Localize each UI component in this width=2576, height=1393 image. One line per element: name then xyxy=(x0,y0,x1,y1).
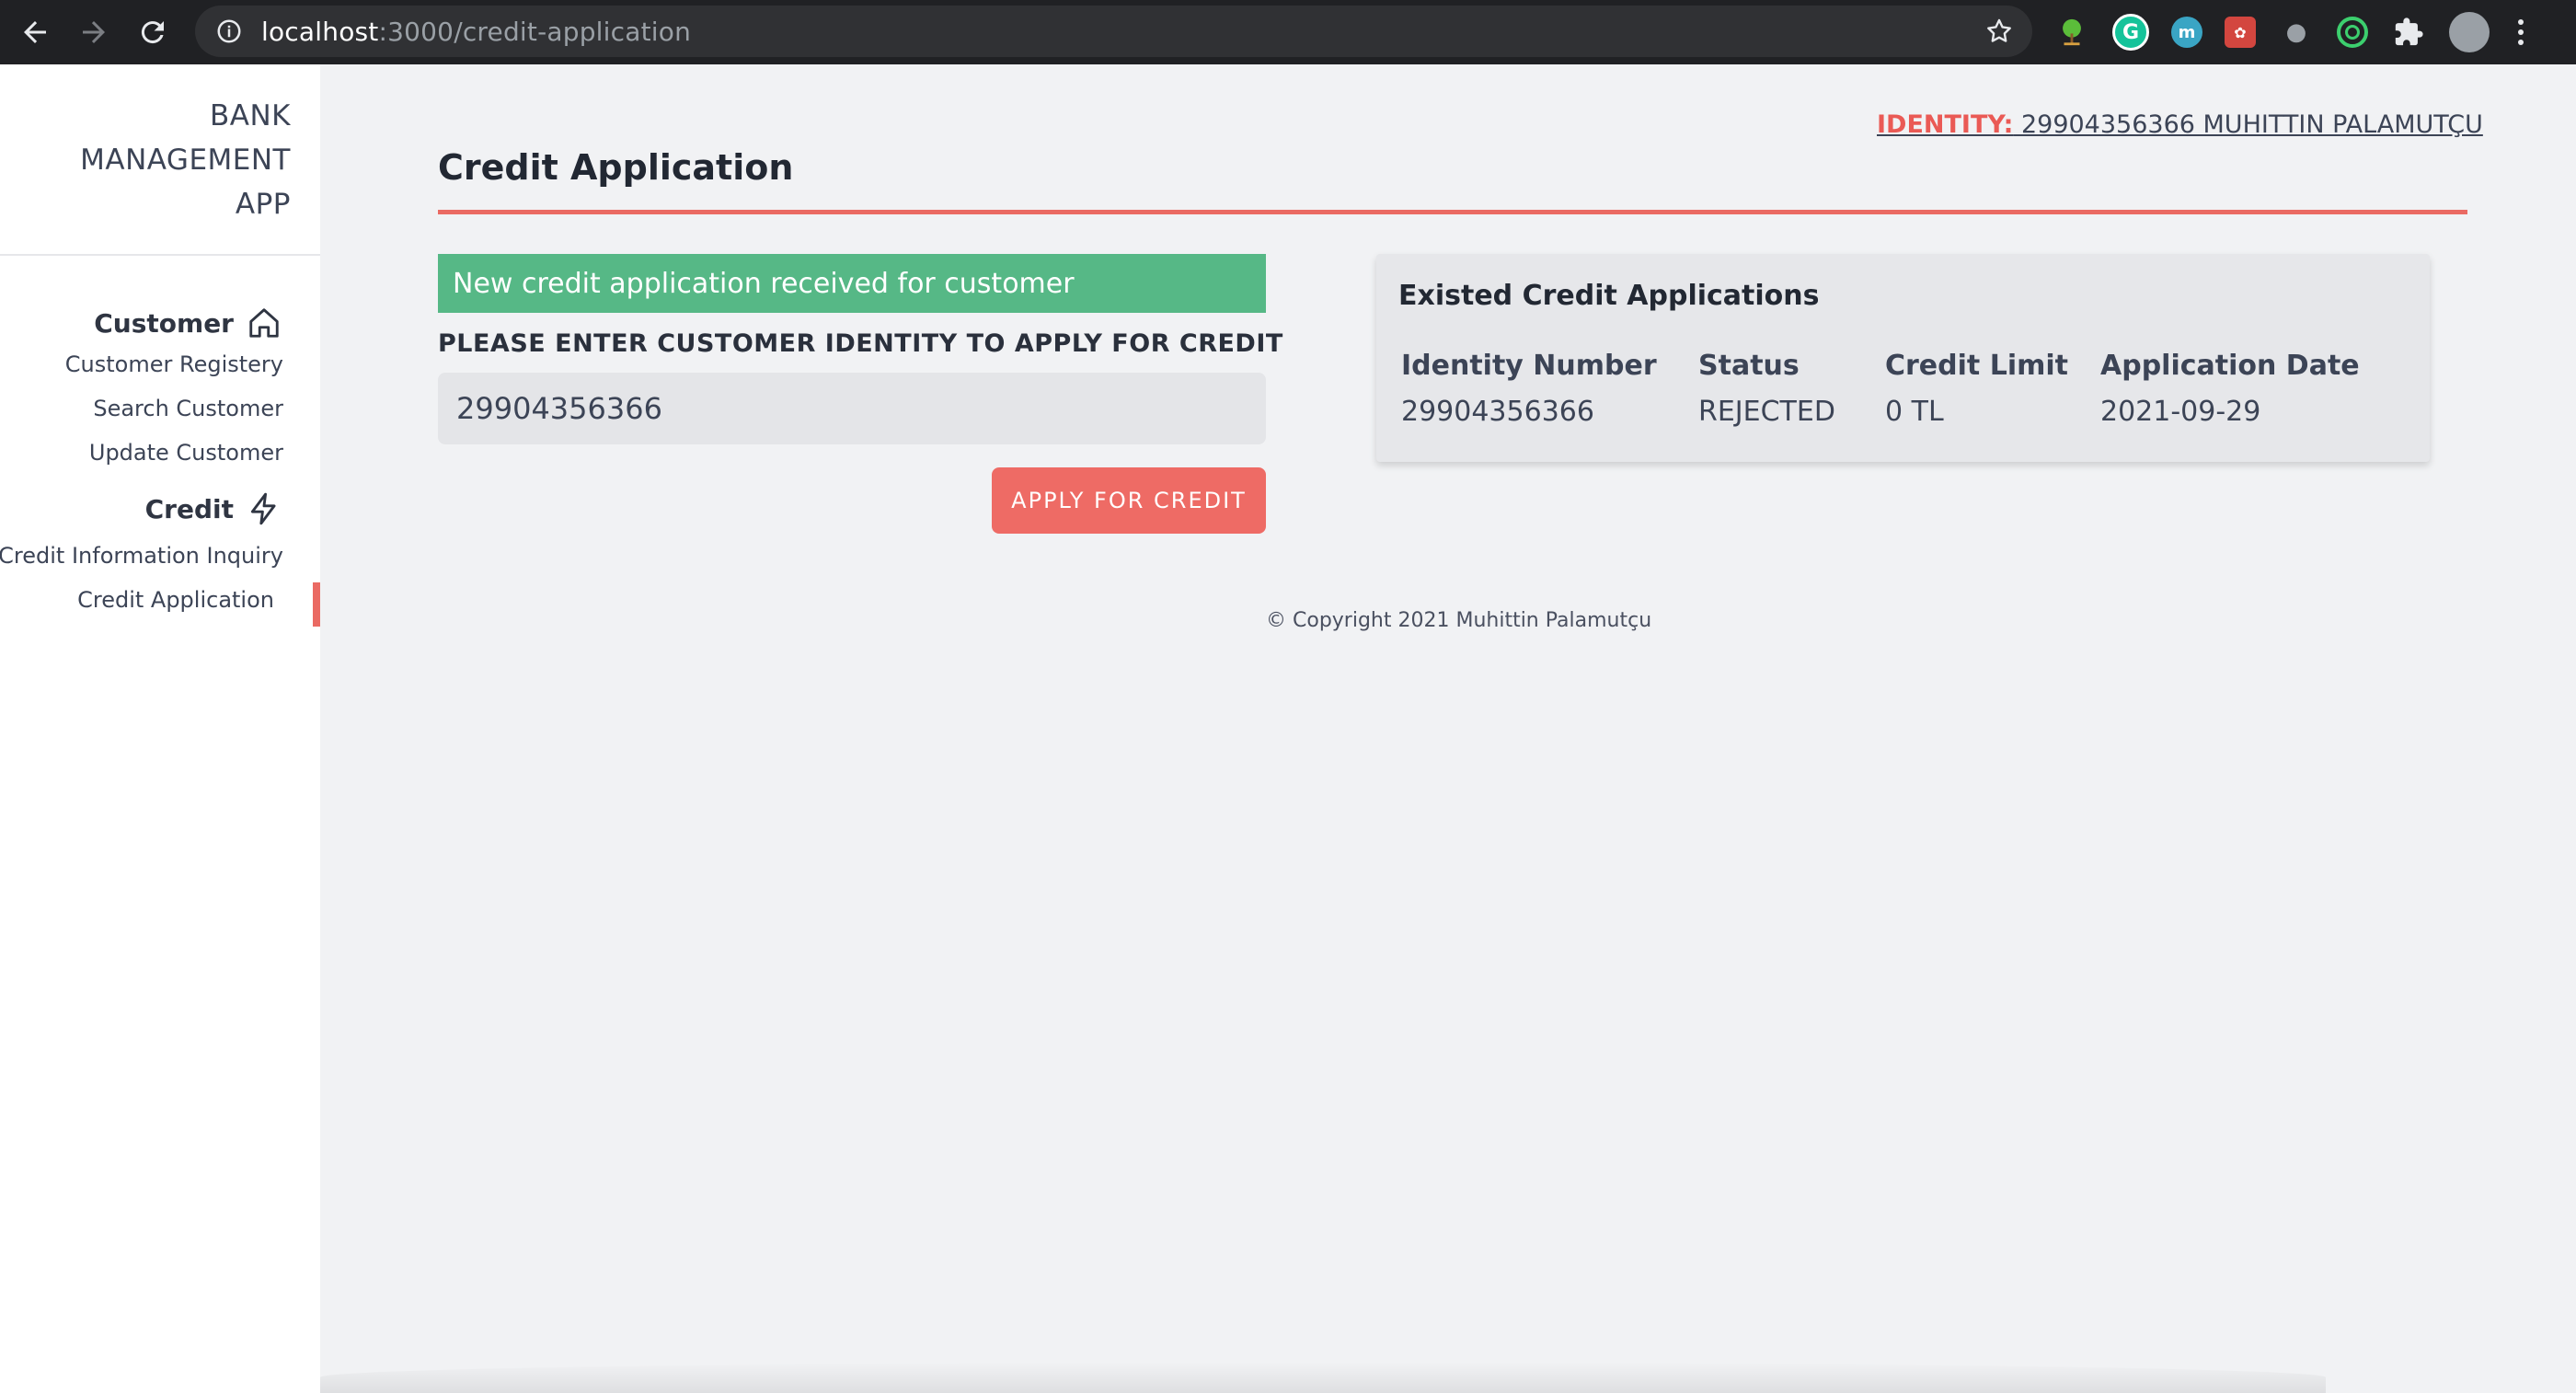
column-header: Identity Number xyxy=(1401,350,1657,382)
grammarly-extension-icon[interactable]: G xyxy=(2112,14,2149,51)
copyright-footer: © Copyright 2021 Muhittin Palamutçu xyxy=(1266,609,1652,632)
info-icon[interactable] xyxy=(215,17,243,45)
sidebar-item-credit-application[interactable]: Credit Application xyxy=(77,587,274,613)
tree-extension-icon[interactable] xyxy=(2053,14,2090,51)
extensions-bar: G m ✿ ● xyxy=(2053,10,2552,54)
brand-line: BANK xyxy=(210,99,291,132)
ring-extension-icon[interactable] xyxy=(2337,17,2368,48)
forward-icon[interactable] xyxy=(64,3,123,62)
existing-applications-card: Existed Credit Applications Identity Num… xyxy=(1376,254,2430,462)
profile-avatar[interactable] xyxy=(2449,12,2490,52)
bookmark-star-icon[interactable] xyxy=(1984,17,2014,46)
brand-line: APP xyxy=(235,188,291,221)
reload-icon[interactable] xyxy=(123,3,182,62)
identity-field-label: PLEASE ENTER CUSTOMER IDENTITY TO APPLY … xyxy=(438,329,1283,358)
red-extension-icon[interactable]: ✿ xyxy=(2225,17,2256,48)
identity-label: IDENTITY: xyxy=(1877,110,2014,139)
success-alert: New credit application received for cust… xyxy=(438,254,1266,313)
home-icon xyxy=(249,308,279,338)
bottom-shadow xyxy=(320,1362,2326,1393)
address-bar[interactable]: localhost:3000/credit-application xyxy=(195,6,2032,57)
divider xyxy=(0,254,320,256)
title-divider xyxy=(438,210,2467,214)
active-indicator xyxy=(313,582,320,627)
card-title: Existed Credit Applications xyxy=(1398,280,1820,312)
table-cell: 2021-09-29 xyxy=(2100,396,2261,428)
sidebar-item-search-customer[interactable]: Search Customer xyxy=(93,396,283,421)
identity-value: 29904356366 MUHITTIN PALAMUTÇU xyxy=(2013,110,2483,139)
apply-for-credit-button[interactable]: APPLY FOR CREDIT xyxy=(992,467,1266,534)
sidebar-section-customer[interactable]: Customer xyxy=(94,305,282,340)
url-text[interactable]: localhost:3000/credit-application xyxy=(261,17,691,47)
kebab-menu-icon[interactable] xyxy=(2512,14,2530,51)
brand-line: MANAGEMENT xyxy=(80,144,291,177)
app-brand[interactable]: BANK MANAGEMENT APP xyxy=(80,94,291,226)
sidebar-item-customer-registery[interactable]: Customer Registery xyxy=(65,351,283,377)
column-header: Status xyxy=(1698,350,1800,382)
identity-link[interactable]: IDENTITY: 29904356366 MUHITTIN PALAMUTÇU xyxy=(1877,110,2483,139)
back-icon[interactable] xyxy=(6,3,64,62)
m-extension-icon[interactable]: m xyxy=(2171,17,2202,48)
browser-toolbar: localhost:3000/credit-application G m ✿ … xyxy=(0,0,2576,64)
section-label: Customer xyxy=(94,307,234,339)
section-label: Credit xyxy=(144,493,234,524)
table-cell: REJECTED xyxy=(1698,396,1835,428)
sidebar-section-credit[interactable]: Credit xyxy=(145,491,282,526)
column-header: Application Date xyxy=(2100,350,2360,382)
extensions-puzzle-icon[interactable] xyxy=(2390,14,2427,51)
table-cell: 0 TL xyxy=(1885,396,1944,428)
sidebar-item-credit-information-inquiry[interactable]: Credit Information Inquiry xyxy=(0,543,283,569)
sidebar: BANK MANAGEMENT APP Customer Customer Re… xyxy=(0,64,320,1393)
lightning-icon xyxy=(250,492,276,525)
sidebar-item-update-customer[interactable]: Update Customer xyxy=(89,440,283,466)
column-header: Credit Limit xyxy=(1885,350,2068,382)
page-title: Credit Application xyxy=(438,147,794,188)
identity-input[interactable] xyxy=(438,373,1266,444)
drop-extension-icon[interactable]: ● xyxy=(2278,14,2315,51)
table-cell: 29904356366 xyxy=(1401,396,1594,428)
